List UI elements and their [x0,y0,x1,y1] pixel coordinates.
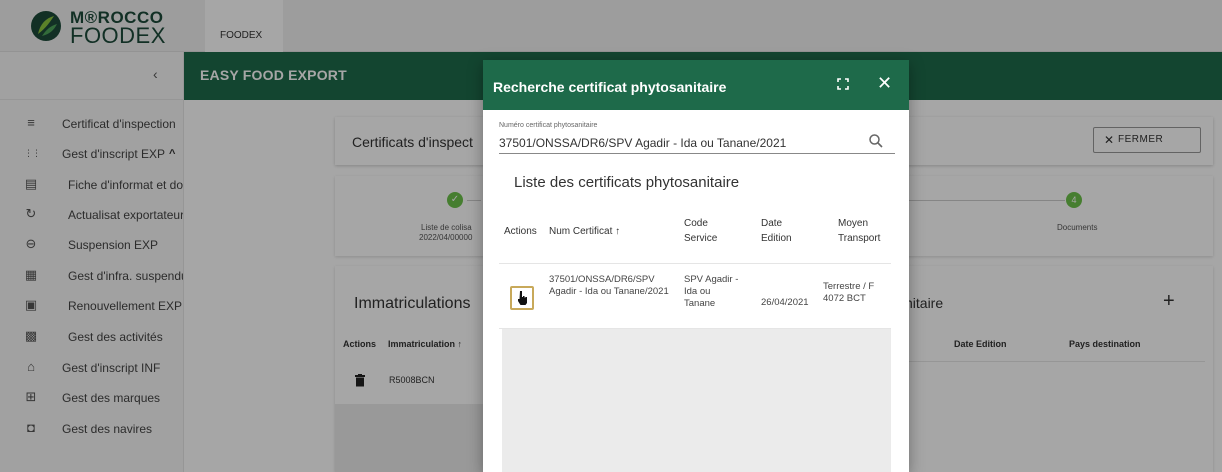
certificate-search-dialog: Recherche certificat phytosanitaire ✕ Nu… [483,60,909,472]
certificate-number-input[interactable]: 37501/ONSSA/DR6/SPV Agadir - Ida ou Tana… [499,136,859,150]
column-header-moyen-transport: Moyen Transport [838,218,881,244]
cell-date-edition: 26/04/2021 [761,297,809,308]
list-title: Liste des certificats phytosanitaire [514,174,740,191]
search-field-label: Numéro certificat phytosanitaire [499,122,598,129]
dialog-title: Recherche certificat phytosanitaire [493,79,727,95]
close-icon[interactable]: ✕ [877,74,892,92]
fullscreen-icon[interactable] [836,77,850,91]
search-icon[interactable] [868,133,884,149]
divider [499,263,891,264]
empty-results-area [502,329,891,472]
pointer-hand-icon [518,291,527,305]
column-header-code-service: Code Service [684,218,718,244]
dialog-header: Recherche certificat phytosanitaire ✕ [483,60,909,110]
column-header-actions: Actions [504,226,537,237]
column-header-num-certificat[interactable]: Num Certificat ↑ [549,224,620,239]
cell-code-service: SPV Agadir - Ida ou Tanane [684,274,739,309]
select-certificate-button[interactable] [510,286,534,310]
cell-moyen-transport: Terrestre / F 4072 BCT [823,281,875,304]
column-header-date-edition: Date Edition [761,218,792,244]
input-underline [499,153,895,154]
cell-num-certificat: 37501/ONSSA/DR6/SPV Agadir - Ida ou Tana… [549,274,669,297]
